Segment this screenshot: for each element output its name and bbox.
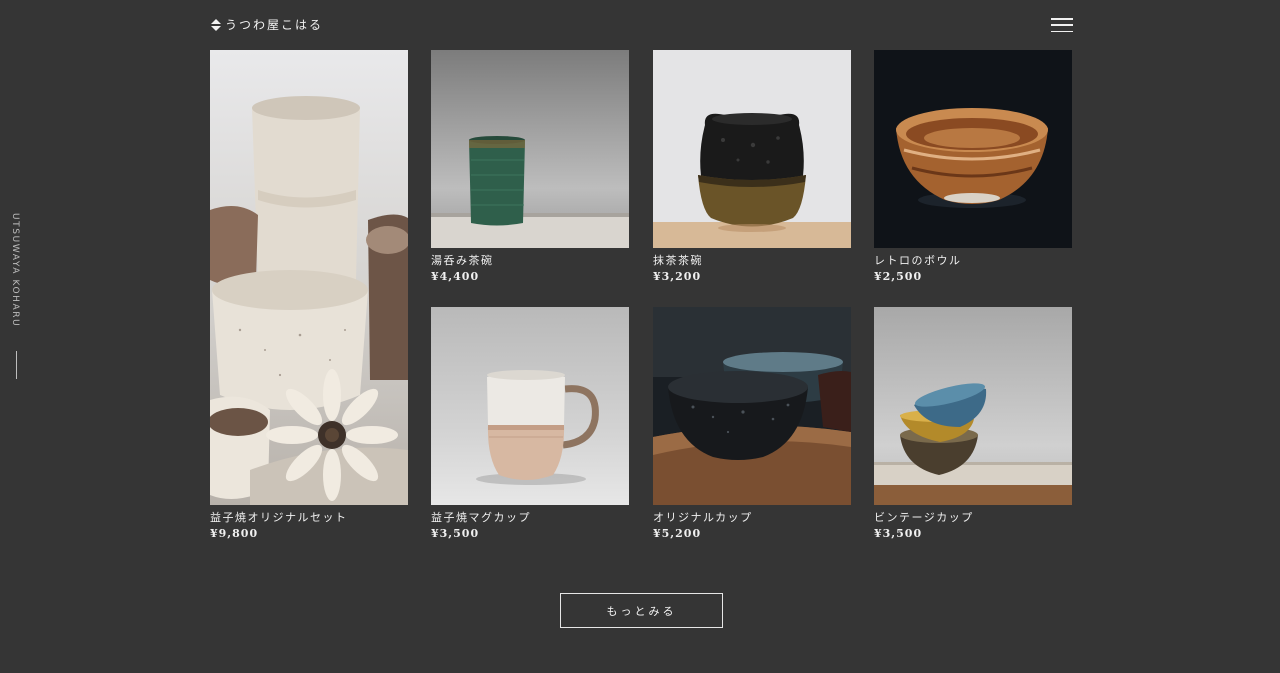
product-name[interactable]: 湯呑み茶碗 bbox=[431, 253, 629, 268]
product-card[interactable]: 抹茶茶碗 ¥3,200 bbox=[653, 50, 851, 284]
page: うつわ屋こはる UTSUWAYA KOHARU 益子焼オリジナルセット ¥9,8… bbox=[0, 0, 1280, 673]
hamburger-menu-icon[interactable] bbox=[1051, 16, 1073, 34]
product-image-mug[interactable] bbox=[431, 307, 629, 505]
menu-line bbox=[1051, 30, 1073, 32]
product-price: ¥2,500 bbox=[874, 270, 923, 283]
product-price: ¥5,200 bbox=[653, 527, 702, 540]
product-image-original-cup[interactable] bbox=[653, 307, 851, 505]
more-button[interactable]: もっとみる bbox=[560, 593, 723, 628]
product-price: ¥3,200 bbox=[653, 270, 702, 283]
product-card[interactable]: 湯呑み茶碗 ¥4,400 bbox=[431, 50, 629, 284]
product-image-vintage-cup[interactable] bbox=[874, 307, 1072, 505]
menu-line bbox=[1051, 18, 1073, 20]
product-name[interactable]: オリジナルカップ bbox=[653, 510, 851, 525]
product-name[interactable]: ビンテージカップ bbox=[874, 510, 1072, 525]
site-logo[interactable]: うつわ屋こはる bbox=[210, 16, 323, 33]
product-card[interactable]: レトロのボウル ¥2,500 bbox=[874, 50, 1072, 284]
product-name[interactable]: レトロのボウル bbox=[874, 253, 1072, 268]
logo-mark-icon bbox=[210, 18, 222, 31]
product-image-matcha-bowl[interactable] bbox=[653, 50, 851, 248]
product-name[interactable]: 益子焼マグカップ bbox=[431, 510, 629, 525]
product-name[interactable]: 益子焼オリジナルセット bbox=[210, 510, 408, 525]
product-price: ¥3,500 bbox=[431, 527, 480, 540]
menu-line bbox=[1051, 24, 1073, 26]
product-image-ceramic-set[interactable] bbox=[210, 50, 408, 505]
product-price: ¥9,800 bbox=[210, 527, 259, 540]
product-card[interactable]: ビンテージカップ ¥3,500 bbox=[874, 307, 1072, 541]
product-image-retro-bowl[interactable] bbox=[874, 50, 1072, 248]
product-image-yunomi[interactable] bbox=[431, 50, 629, 248]
side-brand-text: UTSUWAYA KOHARU bbox=[10, 213, 20, 328]
product-card[interactable]: 益子焼オリジナルセット ¥9,800 bbox=[210, 50, 408, 541]
product-card[interactable]: 益子焼マグカップ ¥3,500 bbox=[431, 307, 629, 541]
product-price: ¥3,500 bbox=[874, 527, 923, 540]
product-card[interactable]: オリジナルカップ ¥5,200 bbox=[653, 307, 851, 541]
product-name[interactable]: 抹茶茶碗 bbox=[653, 253, 851, 268]
logo-text: うつわ屋こはる bbox=[225, 18, 324, 32]
side-divider-line bbox=[16, 351, 17, 379]
product-price: ¥4,400 bbox=[431, 270, 480, 283]
